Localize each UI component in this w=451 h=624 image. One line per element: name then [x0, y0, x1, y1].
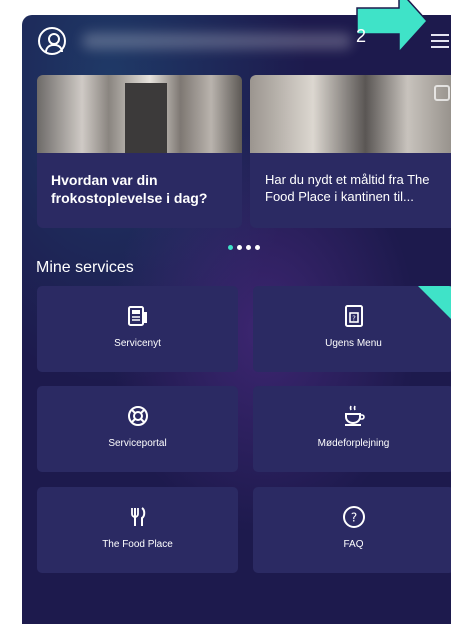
cutlery-icon	[130, 507, 145, 526]
tile-servicenyt[interactable]: Servicenyt	[37, 286, 238, 372]
step-number: 2	[356, 26, 367, 46]
carousel-image	[37, 75, 242, 153]
tile-label: Servicenyt	[114, 338, 161, 349]
pagination-dot[interactable]	[228, 245, 233, 250]
share-icon[interactable]	[434, 85, 450, 101]
pagination-dot[interactable]	[246, 245, 251, 250]
step-arrow-annotation	[356, 0, 429, 52]
carousel-card[interactable]: Hvordan var din frokostoplevelse i dag?	[37, 75, 242, 228]
carousel-image	[250, 75, 451, 153]
pagination-dot[interactable]	[255, 245, 260, 250]
blurred-header-text	[82, 33, 352, 49]
carousel-card-title: Hvordan var din frokostoplevelse i dag?	[51, 172, 208, 206]
tile-modeforplejning[interactable]: Mødeforplejning	[253, 386, 451, 472]
tile-serviceportal[interactable]: Serviceportal	[37, 386, 238, 472]
lifebuoy-icon	[127, 406, 148, 426]
pagination-dot[interactable]	[237, 245, 242, 250]
new-corner-badge	[418, 286, 451, 322]
tile-the-food-place[interactable]: The Food Place	[37, 487, 238, 573]
tile-label: Mødeforplejning	[317, 438, 390, 449]
news-carousel[interactable]: Hvordan var din frokostoplevelse i dag? …	[37, 75, 451, 228]
carousel-pagination[interactable]	[228, 245, 260, 251]
svg-text:?: ?	[352, 315, 356, 323]
tile-label: Ugens Menu	[325, 338, 382, 349]
tile-label: Serviceportal	[108, 438, 167, 449]
section-title: Mine services	[36, 259, 134, 276]
tile-label: The Food Place	[102, 539, 173, 550]
coffee-cup-icon	[344, 405, 365, 426]
news-icon	[127, 306, 147, 326]
profile-icon[interactable]	[38, 27, 66, 55]
tile-label: FAQ	[343, 539, 364, 550]
tile-ugens-menu[interactable]: ? Ugens Menu	[253, 286, 451, 372]
question-icon: ?	[342, 506, 365, 528]
menu-book-icon: ?	[344, 305, 363, 327]
svg-text:?: ?	[350, 511, 356, 525]
carousel-card[interactable]: Har du nydt et måltid fra The Food Place…	[250, 75, 451, 228]
app-screen: Hvordan var din frokostoplevelse i dag? …	[22, 15, 451, 624]
tile-faq[interactable]: ? FAQ	[253, 487, 451, 573]
carousel-card-title: Har du nydt et måltid fra The Food Place…	[265, 172, 430, 204]
